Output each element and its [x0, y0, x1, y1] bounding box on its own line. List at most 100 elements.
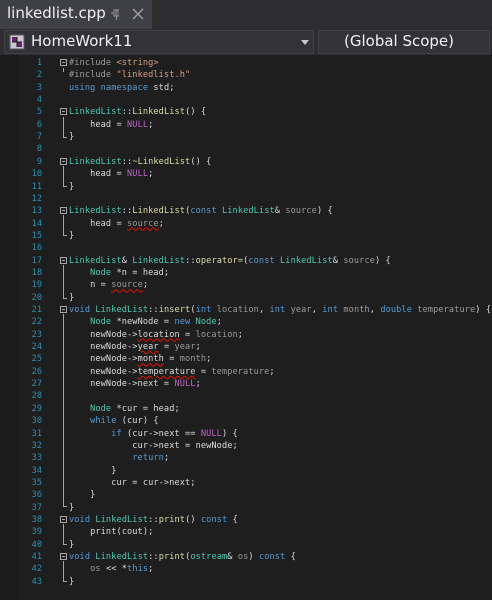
code-token: newNode->	[69, 329, 138, 340]
code-line[interactable]: 39 print(cout);	[0, 526, 492, 538]
code-line[interactable]: 12	[0, 193, 492, 205]
code-line[interactable]: 36 }	[0, 489, 492, 501]
code-token: ::	[121, 156, 133, 167]
code-token: operator=	[195, 255, 244, 266]
code-token: }	[69, 465, 117, 476]
code-line[interactable]: 31 if (cur->next == NULL) {	[0, 428, 492, 440]
code-token: year	[174, 342, 196, 353]
code-line[interactable]: 22 Node *newNode = new Node;	[0, 316, 492, 328]
collapse-toggle-icon[interactable]	[60, 157, 67, 165]
line-number: 23	[31, 329, 42, 340]
code-token: =	[111, 218, 128, 229]
code-line[interactable]: 1 #include <string>	[0, 57, 492, 69]
collapse-toggle-icon[interactable]	[60, 108, 67, 116]
code-line[interactable]: 20}	[0, 292, 492, 304]
collapse-toggle-icon[interactable]	[60, 553, 67, 560]
code-line[interactable]: 2 #include "linkedlist.h"	[0, 69, 492, 81]
fold-guide	[63, 215, 64, 235]
fold-guide	[63, 561, 64, 581]
collapse-toggle-icon[interactable]	[60, 207, 67, 215]
line-number: 31	[31, 428, 42, 439]
collapse-toggle-icon[interactable]	[60, 515, 67, 523]
code-token: newNode->	[69, 354, 138, 365]
code-token: =	[158, 342, 175, 353]
code-line[interactable]: 13 LinkedList::LinkedList(const LinkedLis…	[0, 205, 492, 217]
code-line[interactable]: 37}	[0, 502, 492, 514]
code-line[interactable]: 21 void LinkedList::insert(int location, …	[0, 304, 492, 316]
code-line[interactable]: 42 os << *this;	[0, 563, 492, 575]
code-line[interactable]: 9 LinkedList::~LinkedList() {	[0, 156, 492, 168]
code-line[interactable]: 41 void LinkedList::print(ostream& os) co…	[0, 551, 492, 563]
code-line[interactable]: 24 newNode->year = year;	[0, 341, 492, 353]
code-line[interactable]: 43}	[0, 576, 492, 588]
collapse-toggle-icon[interactable]	[60, 306, 67, 313]
code-text: newNode->month = month;	[69, 353, 211, 365]
code-text: cur = cur->next;	[69, 477, 196, 489]
line-number: 35	[31, 477, 42, 488]
code-token: ;	[142, 280, 149, 291]
code-token: {	[232, 514, 238, 525]
code-token: ;	[195, 379, 201, 390]
code-token: "linkedlist.h"	[116, 70, 191, 81]
code-editor[interactable]: 1 #include <string> 2 #include "linkedlist.…	[0, 55, 492, 600]
fold-guide	[63, 166, 64, 186]
project-icon	[9, 34, 25, 50]
code-line[interactable]: 6 head = NULL;	[0, 119, 492, 131]
collapse-toggle-icon[interactable]	[60, 256, 67, 264]
code-line[interactable]: 23 newNode->location = location;	[0, 329, 492, 341]
close-icon[interactable]	[131, 7, 145, 21]
code-line[interactable]: 14 head = source;	[0, 218, 492, 230]
code-text: os << *this;	[69, 563, 153, 575]
code-token: source	[343, 255, 375, 266]
code-line[interactable]: 32 cur->next = newNode;	[0, 440, 492, 452]
code-line[interactable]: 38 void LinkedList::print() const {	[0, 514, 492, 526]
code-text: }	[69, 465, 116, 477]
line-number: 37	[31, 502, 42, 513]
code-token: )	[248, 552, 259, 562]
code-line[interactable]: 10 head = NULL;	[0, 168, 492, 180]
code-line[interactable]: 40}	[0, 539, 492, 551]
code-text: }	[69, 131, 74, 143]
tab-linkedlist-cpp[interactable]: linkedlist.cpp	[0, 0, 152, 29]
code-line[interactable]: 33 return;	[0, 452, 492, 464]
code-line[interactable]: 27 newNode->next = NULL;	[0, 378, 492, 390]
code-token: month	[137, 354, 164, 365]
code-token: ) {	[475, 305, 492, 315]
code-line[interactable]: 11}	[0, 181, 492, 193]
code-token: double	[380, 305, 418, 315]
code-token: year	[290, 305, 312, 315]
code-token: () {	[190, 156, 212, 167]
line-number: 2	[36, 70, 42, 81]
code-line[interactable]: 35 cur = cur->next;	[0, 477, 492, 489]
code-text: }	[69, 502, 74, 514]
line-number: 12	[31, 193, 42, 204]
code-token: print	[158, 514, 186, 525]
code-line[interactable]: 16	[0, 242, 492, 254]
code-line[interactable]: 18 Node *n = head;	[0, 267, 492, 279]
code-line[interactable]: 34 }	[0, 465, 492, 477]
document-tab-bar: linkedlist.cpp	[0, 0, 492, 29]
code-line[interactable]: 19 n = source;	[0, 279, 492, 291]
code-text: void LinkedList::insert(int location, in…	[69, 304, 491, 316]
code-line[interactable]: 30 while (cur) {	[0, 415, 492, 427]
code-line[interactable]: 15}	[0, 230, 492, 242]
code-line[interactable]: 26 newNode->temperature = temperature;	[0, 366, 492, 378]
code-line[interactable]: 7}	[0, 131, 492, 143]
code-line[interactable]: 17 LinkedList& LinkedList::operator=(cons…	[0, 255, 492, 267]
collapse-toggle-icon[interactable]	[60, 59, 67, 66]
code-token: ~LinkedList	[132, 156, 191, 167]
code-line[interactable]: 28	[0, 390, 492, 402]
code-line[interactable]: 4	[0, 94, 492, 106]
code-line[interactable]: 5 LinkedList::LinkedList() {	[0, 106, 492, 118]
project-dropdown[interactable]: HomeWork11	[4, 30, 314, 54]
scope-dropdown[interactable]: (Global Scope)	[318, 30, 490, 54]
code-token: print(cout);	[69, 527, 154, 538]
code-line[interactable]: 29 Node *cur = head;	[0, 403, 492, 415]
pin-icon[interactable]	[109, 7, 123, 21]
chevron-down-icon[interactable]	[301, 40, 309, 45]
code-line[interactable]: 8	[0, 143, 492, 155]
code-line[interactable]: 25 newNode->month = month;	[0, 353, 492, 365]
code-line[interactable]: 3 using namespace std;	[0, 82, 492, 94]
code-token: ,	[369, 305, 381, 315]
code-token: ()	[185, 514, 201, 525]
